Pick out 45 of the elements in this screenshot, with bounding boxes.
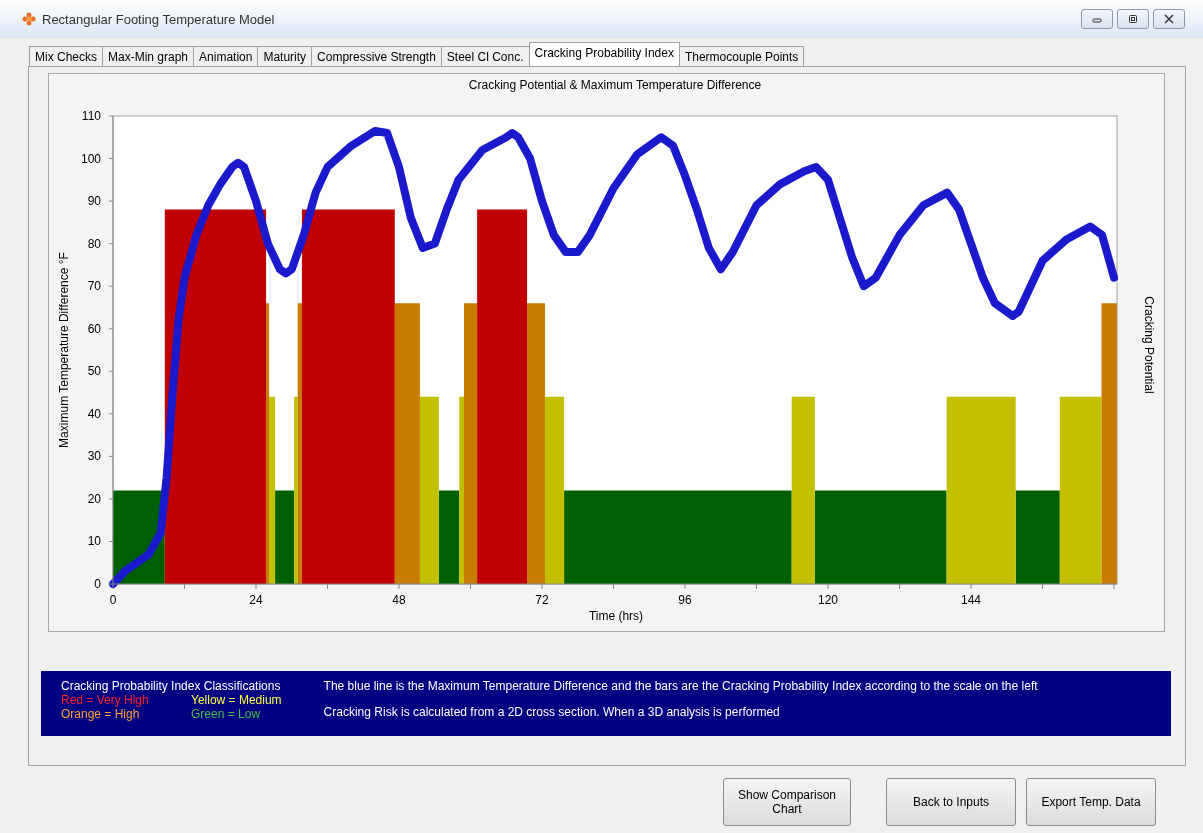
axis-tick-label: 96 [678, 593, 692, 607]
legend-item: Yellow = Medium [191, 693, 282, 707]
window-title: Rectangular Footing Temperature Model [42, 11, 276, 27]
axis-tick-label: 60 [87, 321, 101, 336]
axis-tick-label: 144 [961, 593, 982, 607]
axis-tick-label: 0 [109, 593, 117, 607]
axis-tick-label: 24 [249, 593, 263, 607]
axis-tick-label: 48 [392, 593, 406, 607]
button[interactable]: Show Comparison Chart [723, 778, 851, 826]
chart-title: Cracking Potential & Maximum Temperature Difference [468, 78, 762, 92]
tab[interactable]: Thermocouple Points [678, 46, 805, 66]
axis-label: Time (hrs) [588, 609, 644, 623]
legend-item: Red = Very High [61, 693, 150, 707]
axis-tick-label: 40 [87, 406, 101, 421]
axis-label: Maximum Temperature Difference °F [57, 252, 71, 448]
axis-tick-label: 100 [80, 151, 101, 166]
button[interactable]: Back to Inputs [886, 778, 1016, 826]
maximize-button[interactable] [1117, 9, 1149, 29]
axis-tick-label: 20 [87, 491, 101, 506]
axis-tick-label: 50 [87, 364, 101, 379]
button[interactable]: Export Temp. Data [1026, 778, 1156, 826]
legend-heading: Cracking Probability Index Classifications [61, 679, 282, 693]
axis-tick-label: 72 [535, 593, 549, 607]
axis-tick-label: 80 [87, 236, 101, 251]
close-icon [1163, 14, 1175, 24]
legend-item: Green = Low [191, 707, 262, 721]
tab[interactable]: Maturity [257, 46, 313, 66]
legend-item: Orange = High [61, 707, 141, 721]
axis-tick-label: 120 [818, 593, 839, 607]
tab[interactable]: Compressive Strength [311, 46, 442, 66]
axis-tick-label: 30 [87, 449, 101, 464]
close-button[interactable] [1153, 9, 1185, 29]
tab[interactable]: Max-Min graph [102, 46, 195, 66]
tab[interactable]: Cracking Probability Index [528, 42, 680, 66]
tab[interactable]: Mix Checks [29, 46, 103, 66]
axis-tick-label: 0 [94, 577, 101, 591]
axis-tick-label: 90 [87, 194, 101, 209]
flower-icon [22, 12, 36, 26]
legend-note: The blue line is the Maximum Temperature Difference and the bars are the Cracking Probability Index according to the scale on the left [323, 679, 1038, 693]
axis-tick-label: 10 [87, 534, 101, 549]
axis-tick-label: 110 [81, 109, 101, 123]
restore-icon [1127, 14, 1139, 24]
axis-tick-label: 70 [87, 279, 101, 294]
axis-label: Cracking Potential [1142, 296, 1156, 394]
legend-note: Cracking Risk is calculated from a 2D cross section. When a 3D analysis is performed [323, 705, 781, 719]
